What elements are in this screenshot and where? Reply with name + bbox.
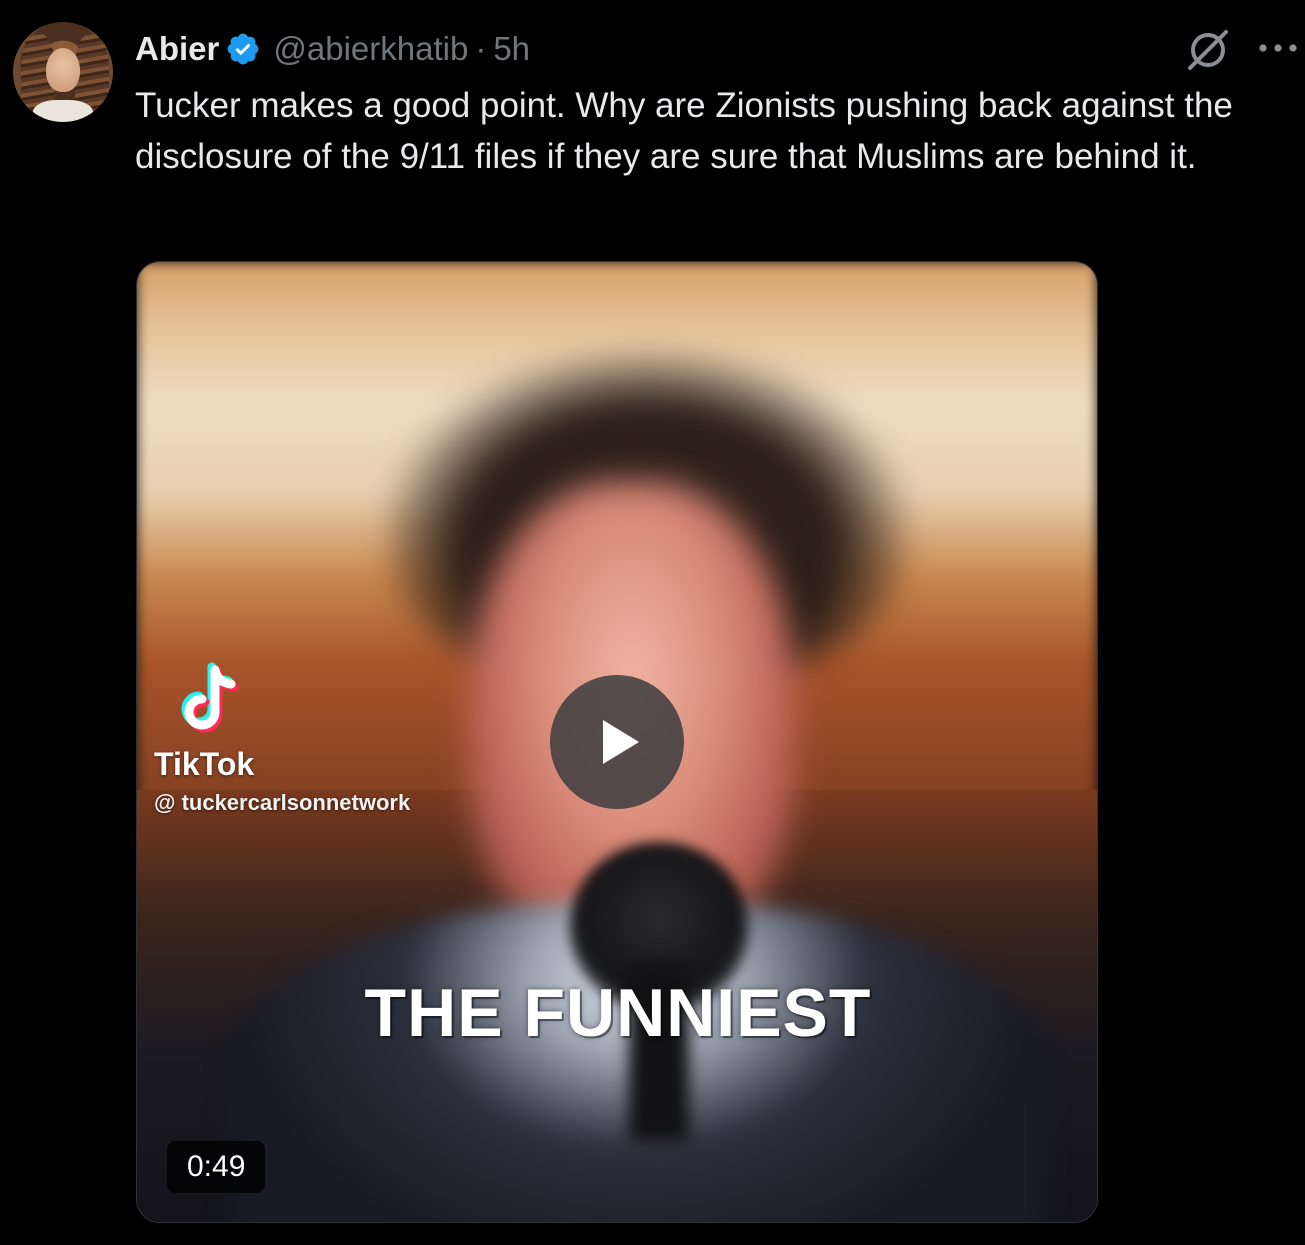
play-icon bbox=[603, 720, 639, 764]
author-handle[interactable]: @abierkhatib bbox=[273, 30, 468, 68]
play-button[interactable] bbox=[550, 675, 684, 809]
separator-dot: · bbox=[475, 30, 487, 67]
grok-icon[interactable] bbox=[1184, 26, 1232, 74]
tweet-header: Abier @abierkhatib · 5h bbox=[135, 24, 530, 74]
avatar-shirt bbox=[33, 100, 93, 122]
tweet[interactable]: Abier @abierkhatib · 5h Tucker makes a g… bbox=[0, 0, 1305, 1245]
video-player[interactable]: TikTok @ tuckercarlsonnetwork THE FUNNIE… bbox=[136, 261, 1098, 1223]
video-caption: THE FUNNIEST bbox=[364, 975, 872, 1051]
video-duration-badge: 0:49 bbox=[167, 1141, 266, 1193]
post-time[interactable]: 5h bbox=[493, 30, 530, 68]
tiktok-icon bbox=[181, 662, 239, 733]
author-name[interactable]: Abier bbox=[135, 30, 219, 68]
more-icon[interactable] bbox=[1256, 36, 1300, 60]
avatar[interactable] bbox=[13, 22, 113, 122]
tiktok-watermark-handle: @ tuckercarlsonnetwork bbox=[154, 790, 411, 815]
avatar-face bbox=[46, 48, 80, 92]
verified-badge-icon bbox=[227, 33, 259, 65]
post-text: Tucker makes a good point. Why are Zioni… bbox=[135, 86, 1233, 176]
tiktok-watermark-brand: TikTok bbox=[154, 746, 255, 782]
